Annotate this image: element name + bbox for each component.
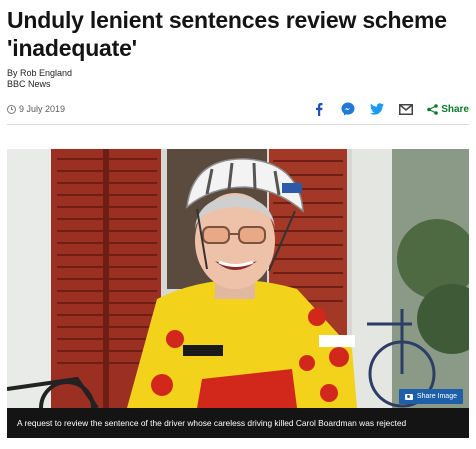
share-button[interactable]: Share: [427, 104, 469, 115]
article-photo: Share Image: [7, 149, 469, 408]
share-icon: [427, 103, 439, 115]
share-image-label: Share Image: [416, 393, 457, 400]
share-toolbar: Share: [298, 101, 469, 117]
byline: By Rob England BBC News: [7, 68, 72, 90]
publish-date-text: 9 July 2019: [19, 104, 66, 114]
publish-date: 9 July 2019: [7, 104, 65, 114]
share-label: Share: [441, 103, 469, 115]
image-caption: A request to review the sentence of the …: [7, 408, 469, 438]
camera-icon: [404, 393, 413, 400]
share-image-button[interactable]: Share Image: [398, 389, 463, 404]
twitter-icon[interactable]: [369, 101, 385, 117]
article-meta-row: 9 July 2019 Share: [7, 100, 469, 122]
article-headline: Unduly lenient sentences review scheme '…: [7, 7, 447, 61]
byline-author: By Rob England: [7, 68, 73, 78]
divider: [7, 124, 469, 125]
byline-outlet: BBC News: [7, 79, 51, 89]
clock-icon: [7, 104, 16, 114]
image-caption-text: A request to review the sentence of the …: [17, 418, 407, 428]
cyclist-photo-illustration: [7, 149, 469, 408]
email-icon[interactable]: [398, 101, 414, 117]
facebook-icon[interactable]: [311, 101, 327, 117]
messenger-icon[interactable]: [340, 101, 356, 117]
